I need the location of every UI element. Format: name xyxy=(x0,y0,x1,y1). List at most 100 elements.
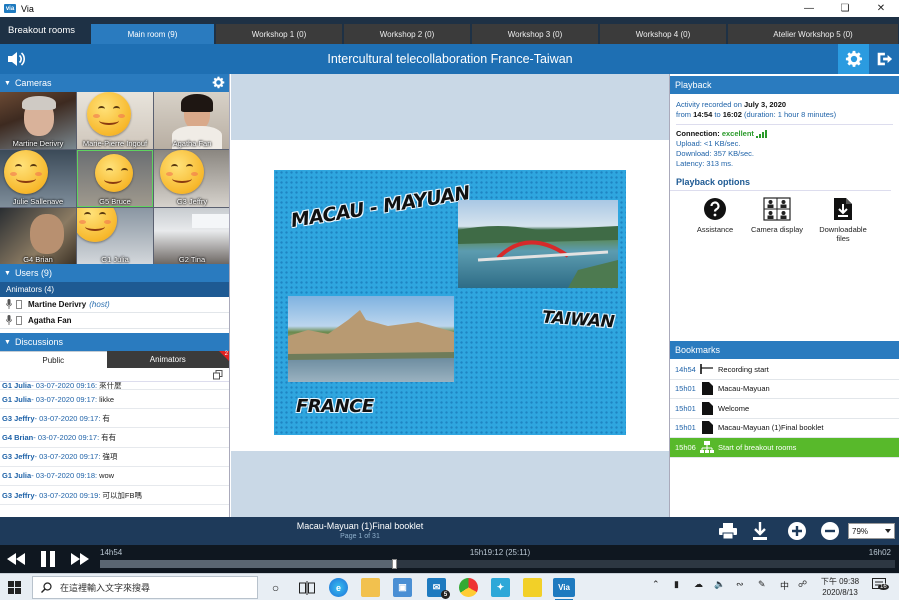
camera-name-label: Martine Derivry xyxy=(12,139,64,148)
camera-tile[interactable]: Julie Sallenave xyxy=(0,150,76,207)
cameras-section-header[interactable]: ▼ Cameras xyxy=(0,74,229,92)
bookmark-row-active[interactable]: 15h06 Start of breakout rooms xyxy=(670,438,899,458)
tray-chevron-icon[interactable]: ⌃ xyxy=(652,579,660,590)
discussions-section-header[interactable]: ▼ Discussions xyxy=(0,333,229,351)
timeline-handle[interactable] xyxy=(392,559,398,569)
taskbar-search-box[interactable]: 在這裡輸入文字來搜尋 xyxy=(32,576,258,599)
bookmark-row[interactable]: 15h01 Macau-Mayuan (1)Final booklet xyxy=(670,419,899,438)
user-row[interactable]: Agatha Fan xyxy=(0,313,229,329)
document-icon xyxy=(698,421,716,435)
copy-icon[interactable] xyxy=(213,370,223,382)
input-language-indicator[interactable]: 中 xyxy=(780,579,789,592)
chat-message: G3 Jeffry - 03-07-2020 09:19: 可以加FB嗎 xyxy=(0,486,229,506)
exit-button[interactable] xyxy=(869,44,899,74)
tab-workshop-4[interactable]: Workshop 4 (0) xyxy=(600,24,727,44)
task-view-icon[interactable] xyxy=(297,578,316,597)
camera-tile[interactable]: Agatha Fan xyxy=(154,92,229,149)
downloadable-files-label: Downloadable files xyxy=(819,225,867,243)
speaker-icon[interactable] xyxy=(6,49,26,71)
playback-title: Playback xyxy=(675,80,712,90)
smiley-emoji-icon xyxy=(160,150,204,194)
store-icon[interactable]: ▣ xyxy=(393,578,412,597)
mail-icon[interactable]: ✉ 5 xyxy=(427,578,450,599)
minimize-button[interactable]: — xyxy=(791,0,827,17)
bookmark-row[interactable]: 15h01 Macau-Mayuan xyxy=(670,380,899,399)
taskbar-clock[interactable]: 下午 09:38 2020/8/13 xyxy=(816,576,864,598)
playback-controls: 14h54 15h19:12 (25:11) 16h02 xyxy=(0,545,899,573)
slide-label-france: FRANCE xyxy=(296,396,374,417)
tab-workshop-3[interactable]: Workshop 3 (0) xyxy=(472,24,599,44)
timeline-progress xyxy=(100,560,395,568)
tab-main-room[interactable]: Main room (9) xyxy=(91,24,215,44)
settings-button[interactable] xyxy=(838,44,869,74)
camera-tile[interactable]: Martine Derivry xyxy=(0,92,76,149)
tab-public[interactable]: Public xyxy=(0,351,107,368)
fast-forward-button[interactable] xyxy=(70,551,90,567)
rewind-button[interactable] xyxy=(6,551,26,567)
pen-icon[interactable]: ✎ xyxy=(758,579,766,590)
via-taskbar-icon[interactable]: Via xyxy=(553,578,575,600)
breakout-rooms-label: Breakout rooms xyxy=(8,25,76,36)
users-section: ▼ Users (9) Animators (4) Martine Derivr… xyxy=(0,264,229,329)
session-title: Intercultural telecollaboration France-T… xyxy=(327,52,573,66)
zoom-in-button[interactable] xyxy=(787,521,807,541)
webcam-icon xyxy=(16,300,22,309)
assistance-button[interactable]: Assistance xyxy=(684,197,746,243)
battery-icon[interactable]: ▮ xyxy=(674,579,679,590)
breakout-icon xyxy=(698,441,716,454)
maximize-button[interactable]: ❏ xyxy=(827,0,863,17)
tab-workshop-2[interactable]: Workshop 2 (0) xyxy=(344,24,471,44)
tab-animators[interactable]: Animators 2 xyxy=(106,351,229,368)
camera-tile[interactable]: G2 Tina xyxy=(154,208,229,265)
search-icon xyxy=(41,582,52,593)
edge-browser-icon[interactable]: e xyxy=(329,578,348,597)
file-explorer-icon[interactable] xyxy=(361,578,380,597)
window-title: Via xyxy=(21,3,34,14)
user-row[interactable]: Martine Derivry (host) xyxy=(0,297,229,313)
discussions-title: Discussions xyxy=(14,337,63,347)
animators-group-header[interactable]: Animators (4) xyxy=(0,282,229,297)
playback-timeline[interactable] xyxy=(100,559,895,569)
download-button[interactable] xyxy=(750,521,770,541)
camera-tile-selected[interactable]: G5 Bruce xyxy=(77,150,153,207)
zoom-out-button[interactable] xyxy=(820,521,840,541)
tab-animators-label: Animators xyxy=(149,355,186,364)
print-button[interactable] xyxy=(718,521,738,541)
chat-message: G3 Jeffry - 03-07-2020 09:17: 有 xyxy=(0,409,229,429)
camera-tile[interactable]: G1 Julia xyxy=(77,208,153,265)
notification-center-icon[interactable]: 16 xyxy=(872,578,889,594)
camera-tile[interactable]: G4 Brian xyxy=(0,208,76,265)
cortana-icon[interactable]: ○ xyxy=(266,578,285,597)
cloud-icon[interactable]: ☁ xyxy=(694,579,703,590)
camera-tile[interactable]: Marie-Pierre Ingouf xyxy=(77,92,153,149)
volume-icon[interactable]: 🔈 xyxy=(714,579,725,590)
search-placeholder: 在這裡輸入文字來搜尋 xyxy=(60,583,151,593)
smiley-emoji-icon xyxy=(95,154,133,192)
collapse-triangle-icon: ▼ xyxy=(4,338,11,346)
minus-circle-icon xyxy=(821,522,839,540)
tab-workshop-1[interactable]: Workshop 1 (0) xyxy=(216,24,343,44)
pause-button[interactable] xyxy=(38,551,58,567)
user-name: Agatha Fan xyxy=(28,316,72,325)
bookmark-row[interactable]: 15h01 Welcome xyxy=(670,399,899,419)
chrome-icon[interactable] xyxy=(459,578,478,597)
document-bar: Macau-Mayuan (1)Final booklet Page 1 of … xyxy=(0,517,899,545)
close-window-button[interactable]: ✕ xyxy=(863,0,899,17)
app-icon[interactable]: ✦ xyxy=(491,578,510,597)
camera-tile[interactable]: G3 Jeffry xyxy=(154,150,229,207)
users-section-header[interactable]: ▼ Users (9) xyxy=(0,264,229,282)
downloadable-files-button[interactable]: Downloadable files xyxy=(812,197,874,243)
zoom-select[interactable]: 79% xyxy=(848,523,895,539)
ime-icon[interactable]: ☍ xyxy=(798,579,807,590)
camera-display-button[interactable]: Camera display xyxy=(746,197,808,243)
presentation-slide: MACAU - MAYUAN TAIWAN FRANCE xyxy=(274,170,626,435)
bookmark-row[interactable]: 14h54 Recording start xyxy=(670,360,899,380)
pause-icon xyxy=(41,551,55,567)
wifi-icon[interactable]: ∾ xyxy=(736,579,744,590)
windows-start-button[interactable] xyxy=(8,581,21,596)
sticky-notes-icon[interactable] xyxy=(523,578,542,597)
camera-settings-gear-icon[interactable] xyxy=(212,76,225,91)
discussion-tabs: Public Animators 2 xyxy=(0,351,229,368)
collapse-triangle-icon: ▼ xyxy=(4,269,11,277)
tab-workshop-5[interactable]: Atelier Workshop 5 (0) xyxy=(728,24,899,44)
